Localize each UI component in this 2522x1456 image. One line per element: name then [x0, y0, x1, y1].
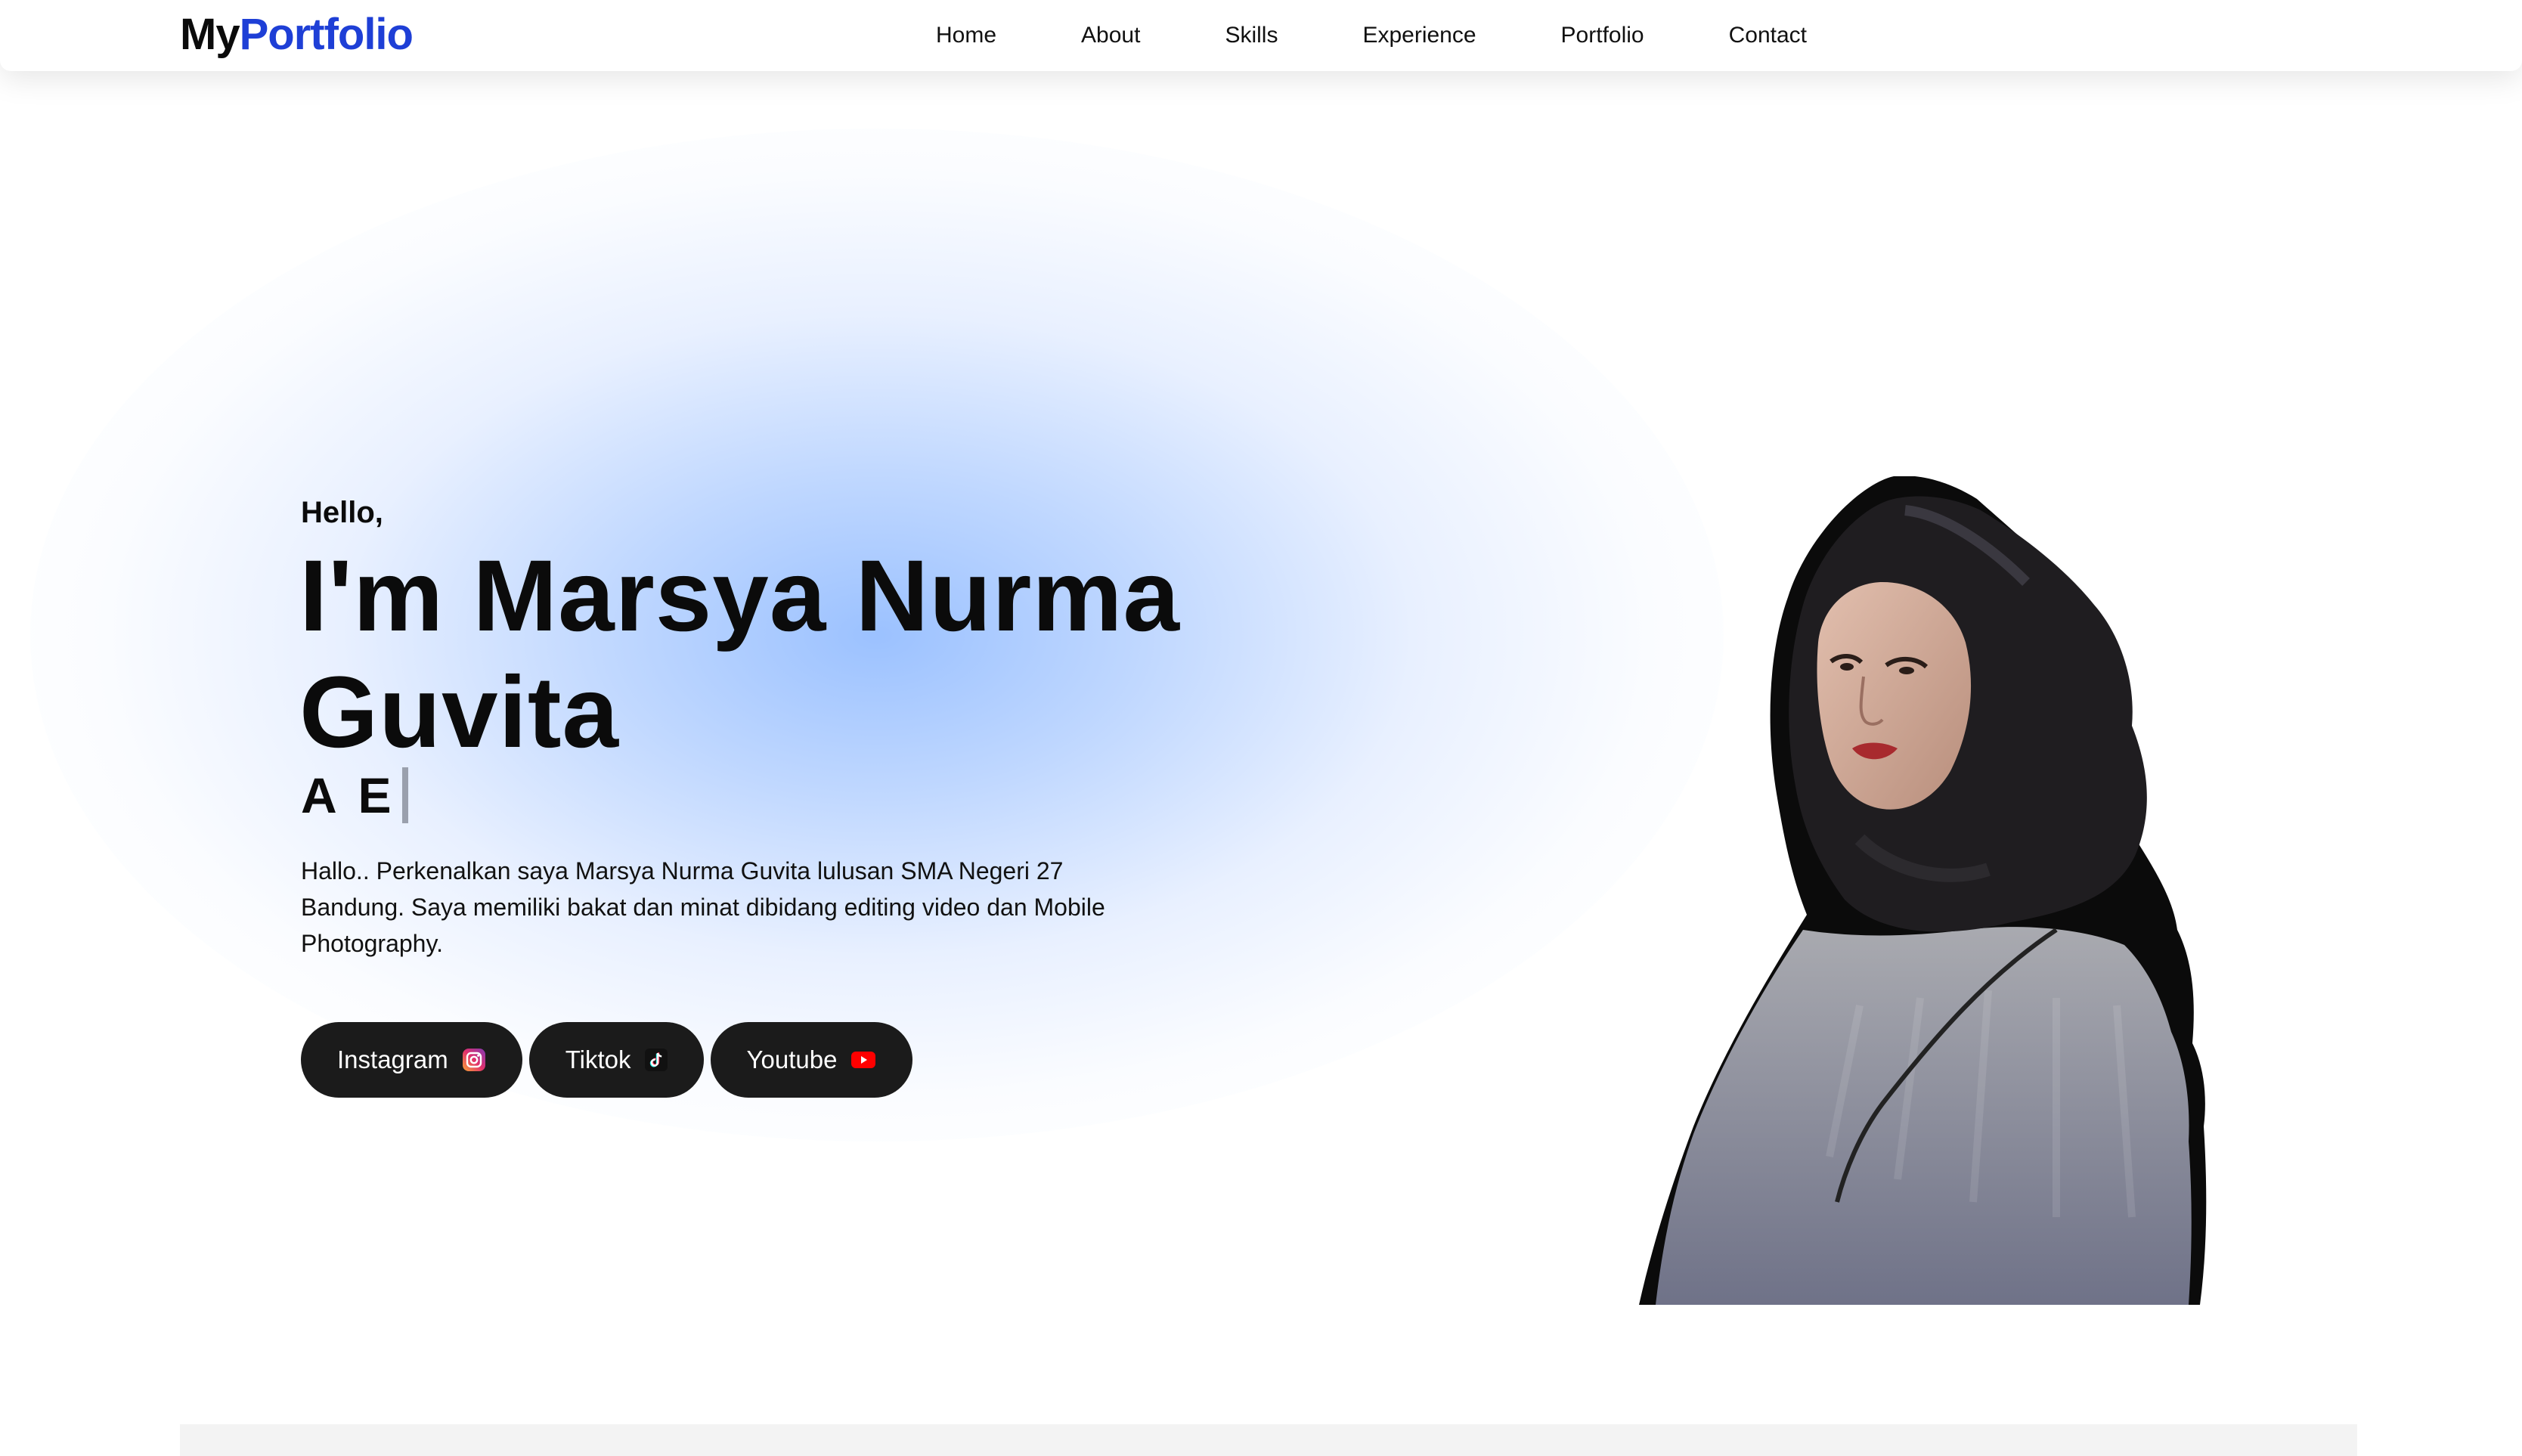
tiktok-icon [644, 1049, 668, 1071]
hero-greeting: Hello, [301, 496, 383, 529]
page: MyPortfolio Home About Skills Experience… [0, 0, 2522, 1456]
nav-link-contact[interactable]: Contact [1729, 23, 1807, 48]
next-section-strip [180, 1424, 2357, 1456]
social-buttons: Instagram Tiktok Youtube [301, 1022, 919, 1098]
logo-prefix: My [180, 10, 240, 59]
youtube-icon [850, 1050, 876, 1070]
headline-line-1: I'm Marsya Nurma [299, 540, 1181, 652]
typed-text: A E [301, 767, 396, 823]
instagram-button[interactable]: Instagram [301, 1022, 522, 1098]
logo-suffix: Portfolio [239, 10, 414, 59]
nav-link-home[interactable]: Home [936, 23, 996, 48]
instagram-label: Instagram [337, 1046, 448, 1073]
nav-links: Home About Skills Experience Portfolio C… [936, 0, 1807, 71]
tiktok-label: Tiktok [565, 1046, 631, 1073]
nav-link-portfolio[interactable]: Portfolio [1561, 23, 1644, 48]
navbar: MyPortfolio Home About Skills Experience… [0, 0, 2522, 71]
site-logo[interactable]: MyPortfolio [180, 8, 414, 62]
youtube-label: Youtube [746, 1046, 838, 1073]
typed-role: A E [301, 767, 408, 824]
profile-photo [1633, 476, 2230, 1306]
typing-cursor [401, 767, 408, 823]
hero-description: Hallo.. Perkenalkan saya Marsya Nurma Gu… [301, 857, 1105, 957]
hero-headline: I'm Marsya Nurma Guvita [299, 538, 1282, 771]
nav-link-about[interactable]: About [1081, 23, 1140, 48]
tiktok-button[interactable]: Tiktok [528, 1022, 704, 1098]
instagram-icon [462, 1048, 486, 1072]
youtube-button[interactable]: Youtube [710, 1022, 913, 1098]
nav-link-skills[interactable]: Skills [1225, 23, 1278, 48]
headline-line-2: Guvita [299, 656, 619, 769]
nav-link-experience[interactable]: Experience [1362, 23, 1476, 48]
